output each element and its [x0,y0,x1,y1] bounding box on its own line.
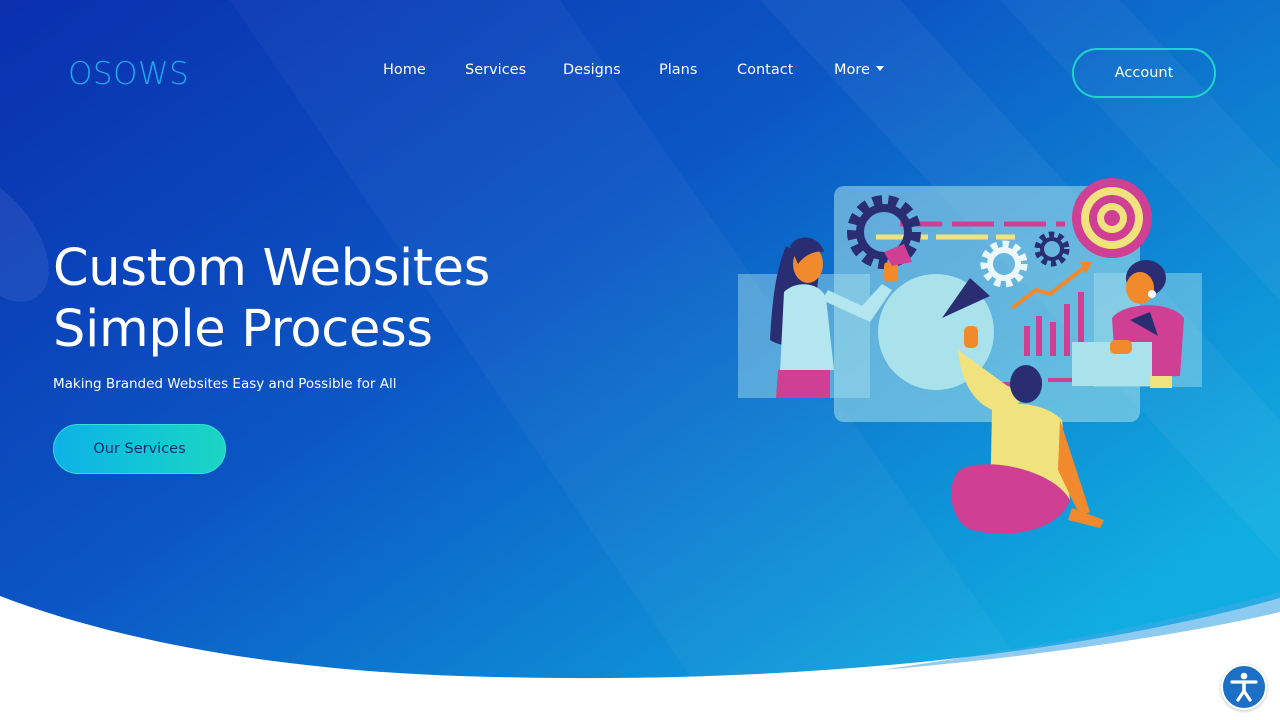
brand-logo[interactable]: OSOWS [68,56,189,92]
accessibility-button[interactable] [1221,664,1267,710]
headline-line-2: Simple Process [53,300,433,359]
target-icon [1072,178,1152,258]
nav-home[interactable]: Home [383,62,426,78]
nav-designs[interactable]: Designs [563,62,621,78]
nav-contact[interactable]: Contact [737,62,793,78]
nav-more-dropdown[interactable]: More [834,62,884,78]
hero-subtitle: Making Branded Websites Easy and Possibl… [53,376,397,392]
hero-illustration [738,178,1202,534]
hero-section: OSOWS Home Services Designs Plans Contac… [0,0,1280,720]
chevron-down-icon [875,66,884,71]
nav-services[interactable]: Services [465,62,526,78]
account-button[interactable]: Account [1072,48,1216,98]
our-services-button[interactable]: Our Services [53,424,226,474]
hero-headline: Custom Websites Simple Process [53,238,490,360]
nav-more-label: More [834,62,870,78]
headline-line-1: Custom Websites [53,239,490,298]
nav-plans[interactable]: Plans [659,62,697,78]
accessibility-icon [1230,672,1258,702]
